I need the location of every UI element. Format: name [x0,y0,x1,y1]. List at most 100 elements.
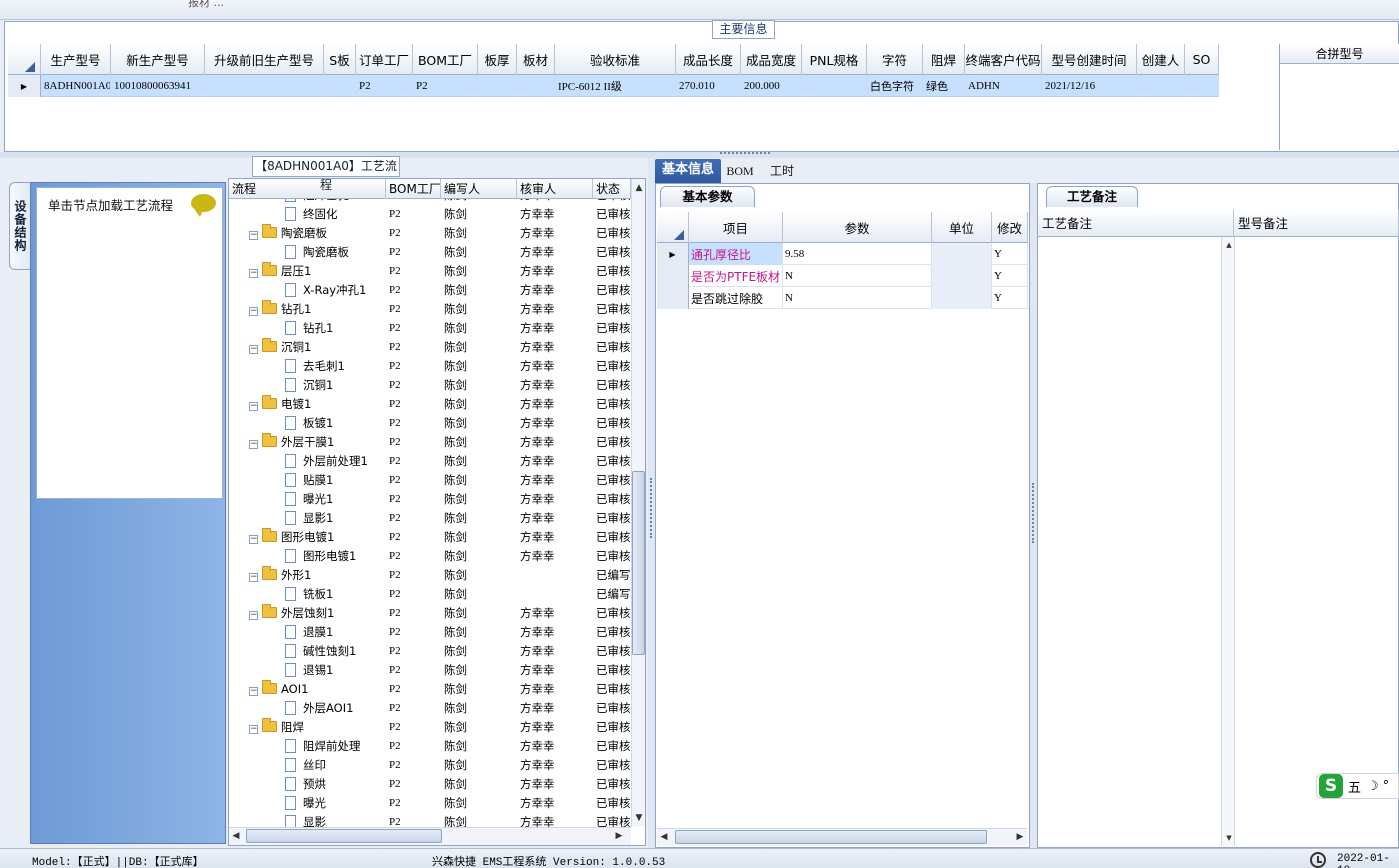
tree-row[interactable]: 沉铜1 P2 陈剑 方幸幸 已审核 [229,376,631,395]
main-cell-5[interactable]: P2 [413,75,478,97]
main-col-8[interactable]: 验收标准 [555,44,676,75]
remarks-scrollbar[interactable]: ▲ ▼ [1221,237,1235,846]
main-col-1[interactable]: 新生产型号 [111,44,205,75]
collapse-icon[interactable]: − [249,231,258,240]
tree-row[interactable]: 终固化 P2 陈剑 方幸幸 已审核 [229,205,631,224]
main-col-7[interactable]: 板材 [517,44,555,75]
main-cell-2[interactable] [205,75,324,97]
collapse-icon[interactable]: − [249,440,258,449]
row-indicator-icon[interactable] [657,287,689,309]
tree-row[interactable]: 外层AOI1 P2 陈剑 方幸幸 已审核 [229,699,631,718]
main-col-0[interactable]: 生产型号 [41,44,111,75]
collapse-icon[interactable]: − [249,611,258,620]
flow-horizontal-thumb[interactable] [246,829,442,843]
flow-col-2[interactable]: 编写人 [441,179,517,199]
main-col-10[interactable]: 成品宽度 [741,44,802,75]
tab-work-hours[interactable]: 工时 [762,161,802,181]
tree-row[interactable]: 陶瓷磨板 P2 陈剑 方幸幸 已审核 [229,243,631,262]
tree-row[interactable]: − 层压1 P2 陈剑 方幸幸 已审核 [229,262,631,281]
main-cell-8[interactable]: IPC-6012 II级 [555,75,676,97]
param-col-1[interactable]: 参数 [783,212,932,243]
main-cell-16[interactable] [1137,75,1185,97]
moon-icon[interactable]: ☽ [1367,779,1379,794]
flow-col-3[interactable]: 核审人 [517,179,593,199]
params-horizontal-thumb[interactable] [675,830,987,844]
scroll-left-icon[interactable]: ◀ [229,829,243,843]
main-col-11[interactable]: PNL规格 [802,44,867,75]
merge-model-header[interactable]: 合拼型号 [1280,44,1399,64]
main-col-15[interactable]: 型号创建时间 [1042,44,1137,75]
tree-row[interactable]: − 外层干膜1 P2 陈剑 方幸幸 已审核 [229,433,631,452]
scroll-left-icon[interactable]: ◀ [657,830,671,844]
tree-row[interactable]: − AOI1 P2 陈剑 方幸幸 已审核 [229,680,631,699]
tree-row[interactable]: 预烘 P2 陈剑 方幸幸 已审核 [229,775,631,794]
param-value[interactable]: N [783,287,932,309]
main-col-12[interactable]: 字符 [867,44,923,75]
tab-bom[interactable]: BOM [724,161,756,181]
scroll-right-icon[interactable]: ▶ [1013,830,1027,844]
ime-mode[interactable]: 五 [1348,777,1361,796]
tree-row[interactable]: 曝光 P2 陈剑 方幸幸 已审核 [229,794,631,813]
param-col-2[interactable]: 单位 [932,212,992,243]
param-modify[interactable]: Y [992,265,1028,287]
row-indicator-icon[interactable]: ▶ [8,75,41,97]
main-cell-4[interactable]: P2 [356,75,413,97]
right-splitter[interactable] [1030,183,1037,848]
main-cell-9[interactable]: 270.010 [676,75,741,97]
collapse-icon[interactable]: − [249,307,258,316]
row-indicator-icon[interactable] [657,265,689,287]
grid-corner[interactable] [8,44,41,75]
tree-row[interactable]: 铣板1 P2 陈剑 已编写 [229,585,631,604]
main-cell-12[interactable]: 白色字符 [867,75,923,97]
param-value[interactable]: N [783,265,932,287]
collapse-icon[interactable]: − [249,535,258,544]
vtab-device-structure[interactable]: 设备结构 [9,182,31,270]
tree-row[interactable]: 贴膜1 P2 陈剑 方幸幸 已审核 [229,471,631,490]
main-cell-15[interactable]: 2021/12/16 [1042,75,1137,97]
ime-toolbar[interactable]: S 五 ☽ ° [1316,773,1399,799]
collapse-icon[interactable]: − [249,402,258,411]
main-col-3[interactable]: S板 [324,44,356,75]
scroll-down-icon[interactable]: ▼ [1222,831,1236,845]
param-row[interactable]: 是否跳过除胶 N Y [657,287,1028,309]
main-cell-14[interactable]: ADHN [965,75,1042,97]
remarks-tab[interactable]: 工艺备注 [1046,186,1138,207]
tree-row[interactable]: − 阻焊 P2 陈剑 方幸幸 已审核 [229,718,631,737]
param-modify[interactable]: Y [992,287,1028,309]
tree-row[interactable]: − 陶瓷磨板 P2 陈剑 方幸幸 已审核 [229,224,631,243]
main-cell-13[interactable]: 绿色 [923,75,965,97]
main-cell-0[interactable]: 8ADHN001A0 [41,75,111,97]
params-corner[interactable] [657,212,689,243]
flow-col-4[interactable]: 状态 [593,179,631,199]
tree-row[interactable]: 丝印 P2 陈剑 方幸幸 已审核 [229,756,631,775]
param-row[interactable]: ▶ 通孔厚径比 9.58 Y [657,243,1028,265]
collapse-icon[interactable]: − [249,725,258,734]
main-cell-17[interactable] [1185,75,1219,97]
tree-row[interactable]: 阻焊前处理 P2 陈剑 方幸幸 已审核 [229,737,631,756]
tree-row[interactable]: 外层前处理1 P2 陈剑 方幸幸 已审核 [229,452,631,471]
basic-params-tab[interactable]: 基本参数 [660,186,755,207]
collapse-icon[interactable]: − [249,269,258,278]
main-col-14[interactable]: 终端客户代码 [965,44,1042,75]
row-indicator-icon[interactable]: ▶ [657,243,689,265]
collapse-icon[interactable]: − [249,345,258,354]
punct-icon[interactable]: ° [1383,779,1390,794]
tree-row[interactable]: 去毛刺1 P2 陈剑 方幸幸 已审核 [229,357,631,376]
tree-row[interactable]: − 外形1 P2 陈剑 已编写 [229,566,631,585]
scroll-right-icon[interactable]: ▶ [612,829,626,843]
main-cell-6[interactable] [478,75,517,97]
main-cell-3[interactable] [324,75,356,97]
tree-row[interactable]: X-Ray冲孔1 P2 陈剑 方幸幸 已审核 [229,281,631,300]
flow-col-0[interactable]: 流程 [229,179,386,199]
scroll-up-icon[interactable]: ▲ [632,181,645,195]
scroll-down-icon[interactable]: ▼ [632,811,645,825]
remark-col-1[interactable]: 型号备注 [1234,210,1399,237]
remark-col-0[interactable]: 工艺备注 [1038,210,1234,237]
tree-row[interactable]: 钻孔1 P2 陈剑 方幸幸 已审核 [229,319,631,338]
tree-row[interactable]: 碱性蚀刻1 P2 陈剑 方幸幸 已审核 [229,642,631,661]
param-value[interactable]: 9.58 [783,243,932,265]
tree-row[interactable]: 板镀1 P2 陈剑 方幸幸 已审核 [229,414,631,433]
tree-row[interactable]: − 沉铜1 P2 陈剑 方幸幸 已审核 [229,338,631,357]
main-col-2[interactable]: 升级前旧生产型号 [205,44,324,75]
node-list-box[interactable] [36,187,223,499]
